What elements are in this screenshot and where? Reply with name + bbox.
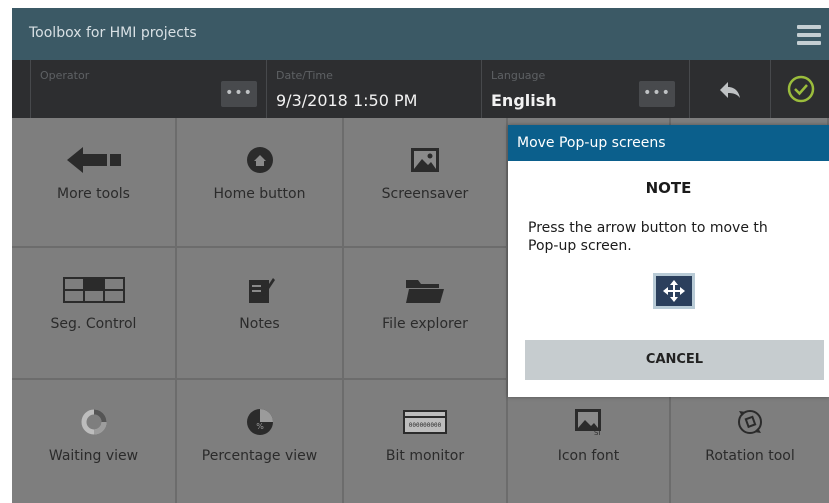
tile-label: Percentage view [201,448,318,464]
operator-field[interactable]: Operator ••• [32,60,267,118]
tile-seg-control[interactable]: Seg. Control [12,248,177,380]
rotation-icon [738,410,762,434]
language-select-button[interactable]: ••• [639,81,675,107]
spinner-icon [81,409,106,435]
notes-icon [248,278,275,303]
datetime-label: Date/Time [276,69,333,82]
tile-label: Rotation tool [705,448,795,464]
arrow-left-icon [66,147,121,173]
dialog-note-heading: NOTE [645,179,692,197]
tile-percentage-view[interactable]: % Percentage view [177,380,344,503]
tile-notes[interactable]: Notes [177,248,344,380]
folder-icon [406,280,444,303]
tile-home-button[interactable]: Home button [177,118,344,248]
tile-label: Seg. Control [50,316,137,332]
tile-label: Notes [239,316,280,332]
back-button[interactable] [691,60,771,118]
image-icon [411,148,439,172]
pie-percentage-icon: % [246,409,273,435]
tile-bit-monitor[interactable]: 000000000 Bit monitor [344,380,508,503]
back-arrow-icon [720,82,740,98]
title-bar: Toolbox for HMI projects [12,8,829,60]
segmented-control-icon [62,277,125,303]
tile-rotation-tool[interactable]: Rotation tool [671,380,829,503]
cancel-button[interactable]: CANCEL [525,340,824,380]
icon-font-icon: SI [574,409,601,436]
language-label: Language [491,69,546,82]
language-value: English [491,91,557,110]
svg-text:000000000: 000000000 [409,422,442,429]
svg-text:%: % [256,422,264,431]
home-icon [246,147,273,173]
dialog-title: Move Pop-up screens [508,125,829,161]
confirm-button[interactable] [772,60,829,118]
language-field[interactable]: Language English ••• [483,60,690,118]
tile-waiting-view[interactable]: Waiting view [12,380,177,503]
tile-icon-font[interactable]: SI Icon font [508,380,671,503]
tile-label: Bit monitor [385,448,465,464]
tile-more-tools[interactable]: More tools [12,118,177,248]
operator-select-button[interactable]: ••• [221,81,257,107]
tile-label: Screensaver [381,186,469,202]
check-circle-icon [787,75,815,103]
move-popup-dialog: Move Pop-up screens NOTE Press the arrow… [508,125,829,397]
tile-screensaver[interactable]: Screensaver [344,118,508,248]
tile-label: Home button [213,186,306,202]
move-popup-button[interactable] [653,273,695,309]
bit-monitor-icon: 000000000 [403,410,447,434]
tile-file-explorer[interactable]: File explorer [344,248,508,380]
info-bar-edge [12,60,31,118]
tile-label: File explorer [382,316,468,332]
dialog-message: Press the arrow button to move th Pop-up… [528,220,768,254]
operator-label: Operator [40,69,90,82]
hamburger-menu-icon[interactable] [797,25,821,45]
tile-label: Icon font [557,448,620,464]
svg-text:SI: SI [594,429,601,436]
tile-label: More tools [57,186,130,202]
move-arrows-icon [663,280,685,302]
datetime-field: Date/Time 9/3/2018 1:50 PM [268,60,482,118]
tile-label: Waiting view [48,448,139,464]
app-title: Toolbox for HMI projects [29,25,197,41]
datetime-value: 9/3/2018 1:50 PM [276,91,418,110]
info-bar: Operator ••• Date/Time 9/3/2018 1:50 PM … [12,60,829,118]
